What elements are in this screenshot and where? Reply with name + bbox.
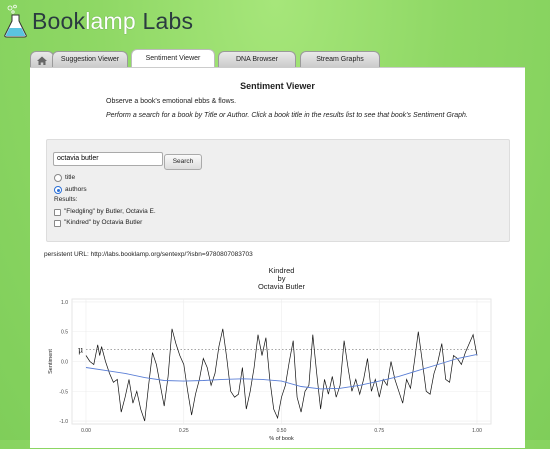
result-item-fledgling[interactable]: "Fledgling" by Butler, Octavia E. [64, 208, 156, 215]
intro-text: Observe a book's emotional ebbs & flows. [106, 98, 237, 105]
sentiment-chart: Kindred by Octavia Butler 0.00 0.25 0.50 0.75 1… [36, 264, 516, 449]
y-tick-label: 0.5 [61, 330, 68, 336]
booklamp-logo[interactable]: Booklamp Labs [4, 4, 193, 38]
page-title: Sentiment Viewer [240, 81, 315, 91]
y-axis-label: Sentiment [48, 349, 54, 374]
tab-bar: Suggestion Viewer Sentiment Viewer DNA B… [30, 49, 550, 68]
x-tick-label: 0.25 [179, 428, 189, 434]
y-tick-label: -0.5 [59, 389, 68, 395]
persistent-url: persistent URL: http://labs.booklamp.org… [44, 251, 253, 258]
logo-text-labs: Labs [135, 8, 194, 34]
chart-title-line: Octavia Butler [258, 282, 306, 291]
result-item-kindred[interactable]: "Kindred" by Octavia Butler [64, 219, 142, 226]
results-label: Results: [54, 196, 78, 203]
x-tick-label: 1.00 [472, 428, 482, 434]
x-axis-label: % of book [269, 436, 294, 442]
y-tick-label: 0.0 [61, 360, 68, 366]
tab-stream-graphs[interactable]: Stream Graphs [300, 51, 380, 68]
y-tick-label: 1.0 [61, 300, 68, 306]
radio-title-label: title [65, 174, 76, 181]
flask-icon [4, 4, 30, 38]
search-form: Search title authors Results: "Fledgling… [46, 139, 510, 242]
tab-sentiment-viewer[interactable]: Sentiment Viewer [131, 49, 215, 68]
logo-text-lamp: lamp [85, 8, 136, 34]
result-checkbox[interactable] [54, 209, 61, 216]
y-tick-label: -1.0 [59, 419, 68, 425]
radio-title[interactable] [54, 174, 62, 182]
logo-text-book: Book [32, 8, 86, 34]
search-input[interactable] [53, 152, 163, 166]
search-button[interactable]: Search [164, 154, 202, 170]
x-tick-label: 0.50 [277, 428, 287, 434]
home-icon [37, 56, 47, 65]
mean-label: μ [78, 346, 83, 355]
tab-dna-browser[interactable]: DNA Browser [218, 51, 296, 68]
instructions-text: Perform a search for a book by Title or … [106, 112, 468, 119]
radio-authors-label: authors [65, 186, 87, 193]
tab-suggestion-viewer[interactable]: Suggestion Viewer [52, 51, 128, 68]
x-tick-label: 0.75 [374, 428, 384, 434]
tab-home[interactable] [30, 51, 54, 68]
sentiment-chart-svg: KindredbyOctavia Butler0.00 0.25 0.50 0.75 1… [48, 266, 492, 442]
radio-authors[interactable] [54, 186, 62, 194]
header: Booklamp Labs [0, 0, 550, 44]
main-panel: Sentiment Viewer Observe a book's emotio… [30, 67, 525, 448]
x-tick-label: 0.00 [81, 428, 91, 434]
result-checkbox[interactable] [54, 220, 61, 227]
